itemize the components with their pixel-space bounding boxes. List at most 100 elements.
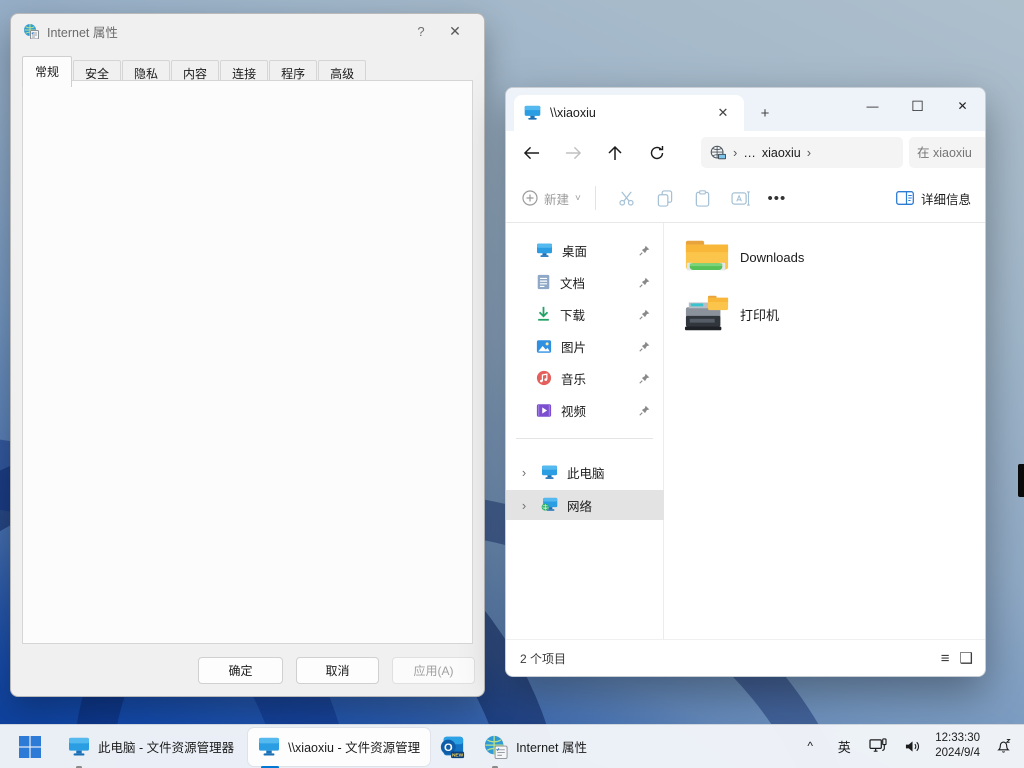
network-icon [541, 497, 558, 513]
explorer-tab[interactable]: \\xiaoxiu ✕ [514, 95, 744, 131]
tree-expand-chevron-icon[interactable]: › [516, 498, 532, 513]
printer-folder-icon [684, 293, 730, 335]
documents-icon [536, 274, 551, 290]
explorer-body: 桌面 文档 下载 图片 [506, 223, 985, 639]
taskbar-button-explorer-thispc[interactable]: 此电脑 - 文件资源管理器 [58, 728, 244, 766]
sidebar-item-music[interactable]: 音乐 [510, 363, 660, 393]
rename-button[interactable] [722, 182, 760, 214]
paste-button[interactable] [684, 182, 722, 214]
taskbar-button-outlook[interactable]: O NEW [432, 729, 472, 765]
pin-icon[interactable] [639, 341, 650, 352]
taskbar-button-label: 此电脑 - 文件资源管理器 [98, 737, 234, 756]
taskbar-button-internet-properties[interactable]: Internet 属性 [474, 728, 597, 766]
taskbar-button-label: Internet 属性 [516, 737, 587, 756]
item-count: 2 个项目 [520, 650, 566, 667]
sidebar-item-label: 视频 [561, 401, 586, 420]
sidebar-item-desktop[interactable]: 桌面 [510, 235, 660, 265]
sidebar-item-label: 此电脑 [567, 463, 605, 482]
videos-icon [536, 403, 552, 418]
pin-icon[interactable] [639, 277, 650, 288]
sidebar-divider [516, 438, 653, 439]
desktop: Internet 属性 ? ✕ 常规 安全 隐私 内容 连接 程序 高级 主页 … [0, 0, 1024, 768]
cancel-button[interactable]: 取消 [296, 657, 379, 684]
window-minimize-button[interactable]: — [850, 88, 895, 124]
start-button[interactable] [8, 729, 52, 765]
window-maximize-button[interactable]: ☐ [895, 88, 940, 124]
sidebar-item-label: 音乐 [561, 369, 586, 388]
clock[interactable]: 12:33:30 2024/9/4 [933, 731, 982, 761]
taskbar: 此电脑 - 文件资源管理器 \\xiaoxiu - 文件资源管理 O NEW [0, 724, 1024, 768]
tab-page-general [22, 80, 473, 644]
search-box[interactable] [909, 137, 985, 168]
breadcrumb-ellipsis[interactable]: … [743, 146, 756, 160]
explorer-icon [258, 737, 280, 757]
notification-bell-icon[interactable] [990, 731, 1016, 761]
dialog-help-button[interactable]: ? [404, 18, 438, 44]
breadcrumb-host[interactable]: xiaoxiu [762, 146, 801, 160]
list-view-icon[interactable]: ≡ [941, 650, 950, 667]
pin-icon[interactable] [639, 309, 650, 320]
pictures-icon [536, 339, 552, 354]
new-button[interactable]: 新建 ˅ [522, 189, 581, 208]
taskbar-button-label: \\xiaoxiu - 文件资源管理 [288, 737, 420, 756]
plus-circle-icon [522, 190, 538, 206]
apply-button[interactable]: 应用(A) [392, 657, 475, 684]
downloads-icon [536, 306, 551, 322]
back-button[interactable] [514, 138, 548, 168]
ime-indicator[interactable]: 英 [831, 731, 857, 761]
refresh-button[interactable] [640, 138, 674, 168]
new-tab-button[interactable]: + [754, 102, 776, 124]
network-tray-icon[interactable] [865, 731, 891, 761]
tab-general[interactable]: 常规 [22, 56, 72, 87]
tree-expand-chevron-icon[interactable]: › [516, 465, 532, 480]
navigation-pane: 桌面 文档 下载 图片 [506, 223, 664, 639]
sidebar-item-videos[interactable]: 视频 [510, 395, 660, 425]
copy-button[interactable] [646, 182, 684, 214]
file-list: Downloads 打印机 [666, 223, 985, 639]
tab-close-icon[interactable]: ✕ [712, 102, 734, 124]
dialog-titlebar[interactable]: Internet 属性 ? ✕ [11, 14, 484, 48]
more-options-button[interactable]: ••• [760, 182, 794, 214]
volume-tray-icon[interactable] [899, 731, 925, 761]
sidebar-item-documents[interactable]: 文档 [510, 267, 660, 297]
pin-icon[interactable] [639, 245, 650, 256]
explorer-toolbar: 新建 ˅ ••• [506, 174, 985, 223]
ellipsis-icon: ••• [767, 190, 786, 207]
explorer-tab-bar: \\xiaoxiu ✕ + — ☐ ✕ [506, 88, 985, 131]
network-location-icon [709, 145, 727, 161]
this-pc-icon [541, 465, 558, 480]
taskbar-button-explorer-xiaoxiu[interactable]: \\xiaoxiu - 文件资源管理 [248, 728, 430, 766]
up-button[interactable] [598, 138, 632, 168]
breadcrumb-chevron-icon[interactable]: › [733, 145, 737, 160]
breadcrumb-chevron-icon[interactable]: › [807, 145, 811, 160]
dialog-close-button[interactable]: ✕ [438, 18, 472, 44]
system-tray: ^ 英 12:33:30 2024/9/4 [797, 724, 1016, 768]
pin-icon[interactable] [639, 405, 650, 416]
details-pane-label: 详细信息 [921, 189, 971, 208]
pin-icon[interactable] [639, 373, 650, 384]
sidebar-item-network[interactable]: › 网络 [506, 490, 664, 520]
sidebar-item-label: 文档 [560, 273, 585, 292]
music-icon [536, 370, 552, 386]
hidden-icons-chevron[interactable]: ^ [797, 731, 823, 761]
large-icons-view-icon[interactable]: ❑ [960, 649, 973, 667]
forward-button[interactable] [556, 138, 590, 168]
cut-button[interactable] [608, 182, 646, 214]
sidebar-item-this-pc[interactable]: › 此电脑 [510, 457, 660, 487]
dialog-footer: 确定 取消 应用(A) [11, 644, 484, 696]
computer-icon [524, 105, 541, 121]
file-item-downloads[interactable]: Downloads [684, 236, 804, 278]
ok-button[interactable]: 确定 [198, 657, 283, 684]
window-close-button[interactable]: ✕ [940, 88, 985, 124]
search-input[interactable] [917, 146, 977, 160]
breadcrumb[interactable]: › … xiaoxiu › [701, 137, 903, 168]
file-item-printer[interactable]: 打印机 [684, 293, 779, 335]
internet-properties-icon [23, 23, 39, 39]
details-pane-toggle[interactable]: 详细信息 [896, 189, 971, 208]
windows-logo-icon [18, 735, 42, 759]
file-name: Downloads [740, 250, 804, 265]
sidebar-item-pictures[interactable]: 图片 [510, 331, 660, 361]
tray-time: 12:33:30 [935, 731, 980, 746]
chevron-down-icon: ˅ [575, 193, 581, 204]
sidebar-item-downloads[interactable]: 下载 [510, 299, 660, 329]
